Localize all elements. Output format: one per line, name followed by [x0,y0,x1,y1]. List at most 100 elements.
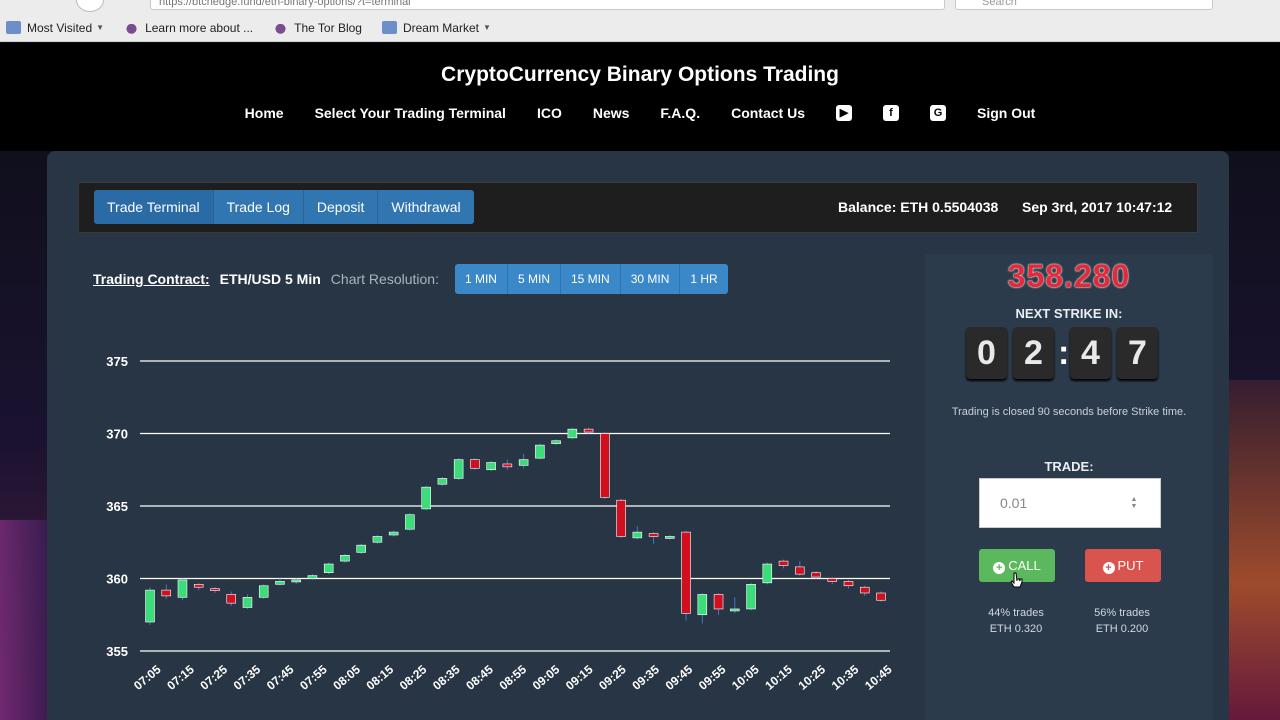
browser-search-field[interactable]: Search [955,0,1213,10]
x-tick-label: 10:05 [729,662,762,693]
x-tick-label: 09:55 [696,662,729,693]
put-percent: 56% trades [1094,607,1150,619]
candle-body [583,428,594,433]
x-tick-label: 09:45 [663,662,696,693]
x-tick-label: 07:25 [197,662,230,693]
x-tick-label: 08:45 [463,662,496,693]
x-tick-label: 08:25 [397,662,430,693]
x-tick-label: 10:15 [762,662,795,693]
folder-icon [6,21,21,34]
y-tick-label: 355 [106,644,128,659]
tab-trade-log[interactable]: Trade Log [213,190,304,224]
countdown-digit: 4 [1070,327,1111,379]
candle-body [372,536,383,543]
folder-icon [381,21,397,34]
tab-trade-terminal[interactable]: Trade Terminal [94,190,214,224]
contract-row: Trading Contract: ETH/USD 5 Min Chart Re… [93,264,728,294]
youtube-icon[interactable]: ▶ [836,105,852,121]
put-button[interactable]: + PUT [1085,549,1161,582]
nav-contact[interactable]: Contact Us [731,105,805,121]
put-stats: 56% trades ETH 0.200 [1077,605,1167,637]
candle-body [876,592,886,601]
bookmark-learn-more[interactable]: Learn more about ... [124,21,253,35]
candle-body [502,463,513,468]
strike-countdown: 0 2 : 4 7 [966,327,1164,379]
x-tick-label: 08:15 [364,662,397,693]
call-label: CALL [1008,558,1041,573]
url-field[interactable]: https://btchedge.fund/eth-binary-options… [150,0,945,10]
chart-resolution-label: Chart Resolution: [330,271,439,287]
nav-sign-out[interactable]: Sign Out [977,105,1035,121]
resolution-30min-button[interactable]: 30 MIN [620,264,681,294]
bookmarks-bar: Most Visited ▼ Learn more about ... The … [0,14,1280,42]
call-stats: 44% trades ETH 0.320 [971,605,1061,637]
resolution-15min-button[interactable]: 15 MIN [561,264,621,294]
trading-contract-label[interactable]: Trading Contract: [93,271,210,287]
countdown-colon: : [1058,333,1070,372]
chevron-down-icon: ▼ [96,23,105,32]
candle-body [600,433,610,498]
server-datetime: Sep 3rd, 2017 10:47:12 [1022,199,1173,215]
candle-body [258,585,269,598]
nav-select-terminal[interactable]: Select Your Trading Terminal [315,105,506,121]
x-tick-label: 07:35 [231,662,264,693]
candle-body [551,440,561,444]
countdown-digit: 0 [966,327,1007,379]
x-tick-label: 10:45 [862,662,895,693]
onion-icon [273,21,289,34]
back-button[interactable] [76,0,104,12]
trading-contract-value: ETH/USD 5 Min [219,271,321,287]
next-strike-label: NEXT STRIKE IN: [1015,306,1123,321]
nav-faq[interactable]: F.A.Q. [660,105,700,121]
countdown-digit: 2 [1013,327,1054,379]
x-tick-label: 09:35 [629,662,662,693]
bookmark-most-visited[interactable]: Most Visited ▼ [6,21,104,35]
candle-body [827,578,838,582]
balance: Balance: ETH 0.5504038 [838,199,999,215]
x-tick-label: 07:45 [264,662,297,693]
terminal-tabs: Trade Terminal Trade Log Deposit Withdra… [94,190,474,224]
bookmark-tor-blog[interactable]: The Tor Blog [273,21,362,35]
resolution-1min-button[interactable]: 1 MIN [454,264,508,294]
put-amount: ETH 0.200 [1095,623,1149,635]
y-tick-label: 370 [106,427,128,442]
candle-body [356,544,366,553]
nav-news[interactable]: News [593,105,630,121]
x-tick-label: 10:25 [796,662,829,693]
price-chart: 375 370 365 360 35507:05 07:15 07:25 07:35 07:45… [106,354,895,693]
resolution-buttons: 1 MIN 5 MIN 15 MIN 30 MIN 1 HR [454,264,728,294]
plus-circle-icon: + [1102,562,1115,574]
candle-body [778,560,789,566]
candle-body [388,531,399,536]
nav-ico[interactable]: ICO [537,105,562,121]
x-tick-label: 10:35 [829,662,862,693]
candle-body [648,533,659,537]
tab-withdrawal[interactable]: Withdrawal [378,190,474,224]
countdown-digit: 7 [1117,327,1158,379]
resolution-1hr-button[interactable]: 1 HR [680,264,728,294]
facebook-icon[interactable]: f [883,105,899,121]
candle-body [697,594,708,616]
stepper-arrows-icon[interactable]: ▲ ▼ [1129,496,1139,510]
candle-body [275,581,285,585]
x-tick-label: 07:55 [297,662,330,693]
candle-body [242,597,253,608]
resolution-5min-button[interactable]: 5 MIN [507,264,561,294]
candle-body [681,531,691,614]
candle-body [161,589,172,597]
candle-body [291,579,301,583]
bookmark-label: Dream Market [402,20,479,35]
site-title: CryptoCurrency Binary Options Trading [441,63,839,86]
candle-body [307,575,318,579]
put-label: PUT [1117,558,1144,573]
bookmark-label: Most Visited [27,20,93,35]
tab-deposit[interactable]: Deposit [303,190,379,224]
main-nav: Home Select Your Trading Terminal ICO Ne… [0,105,1280,121]
y-tick-label: 360 [106,572,128,587]
plus-circle-icon: + [993,562,1006,574]
google-plus-icon[interactable]: G [930,105,946,121]
candle-body [177,579,188,598]
x-tick-label: 09:05 [530,662,563,693]
nav-home[interactable]: Home [245,105,284,121]
bookmark-dream-market[interactable]: Dream Market ▼ [381,20,491,35]
